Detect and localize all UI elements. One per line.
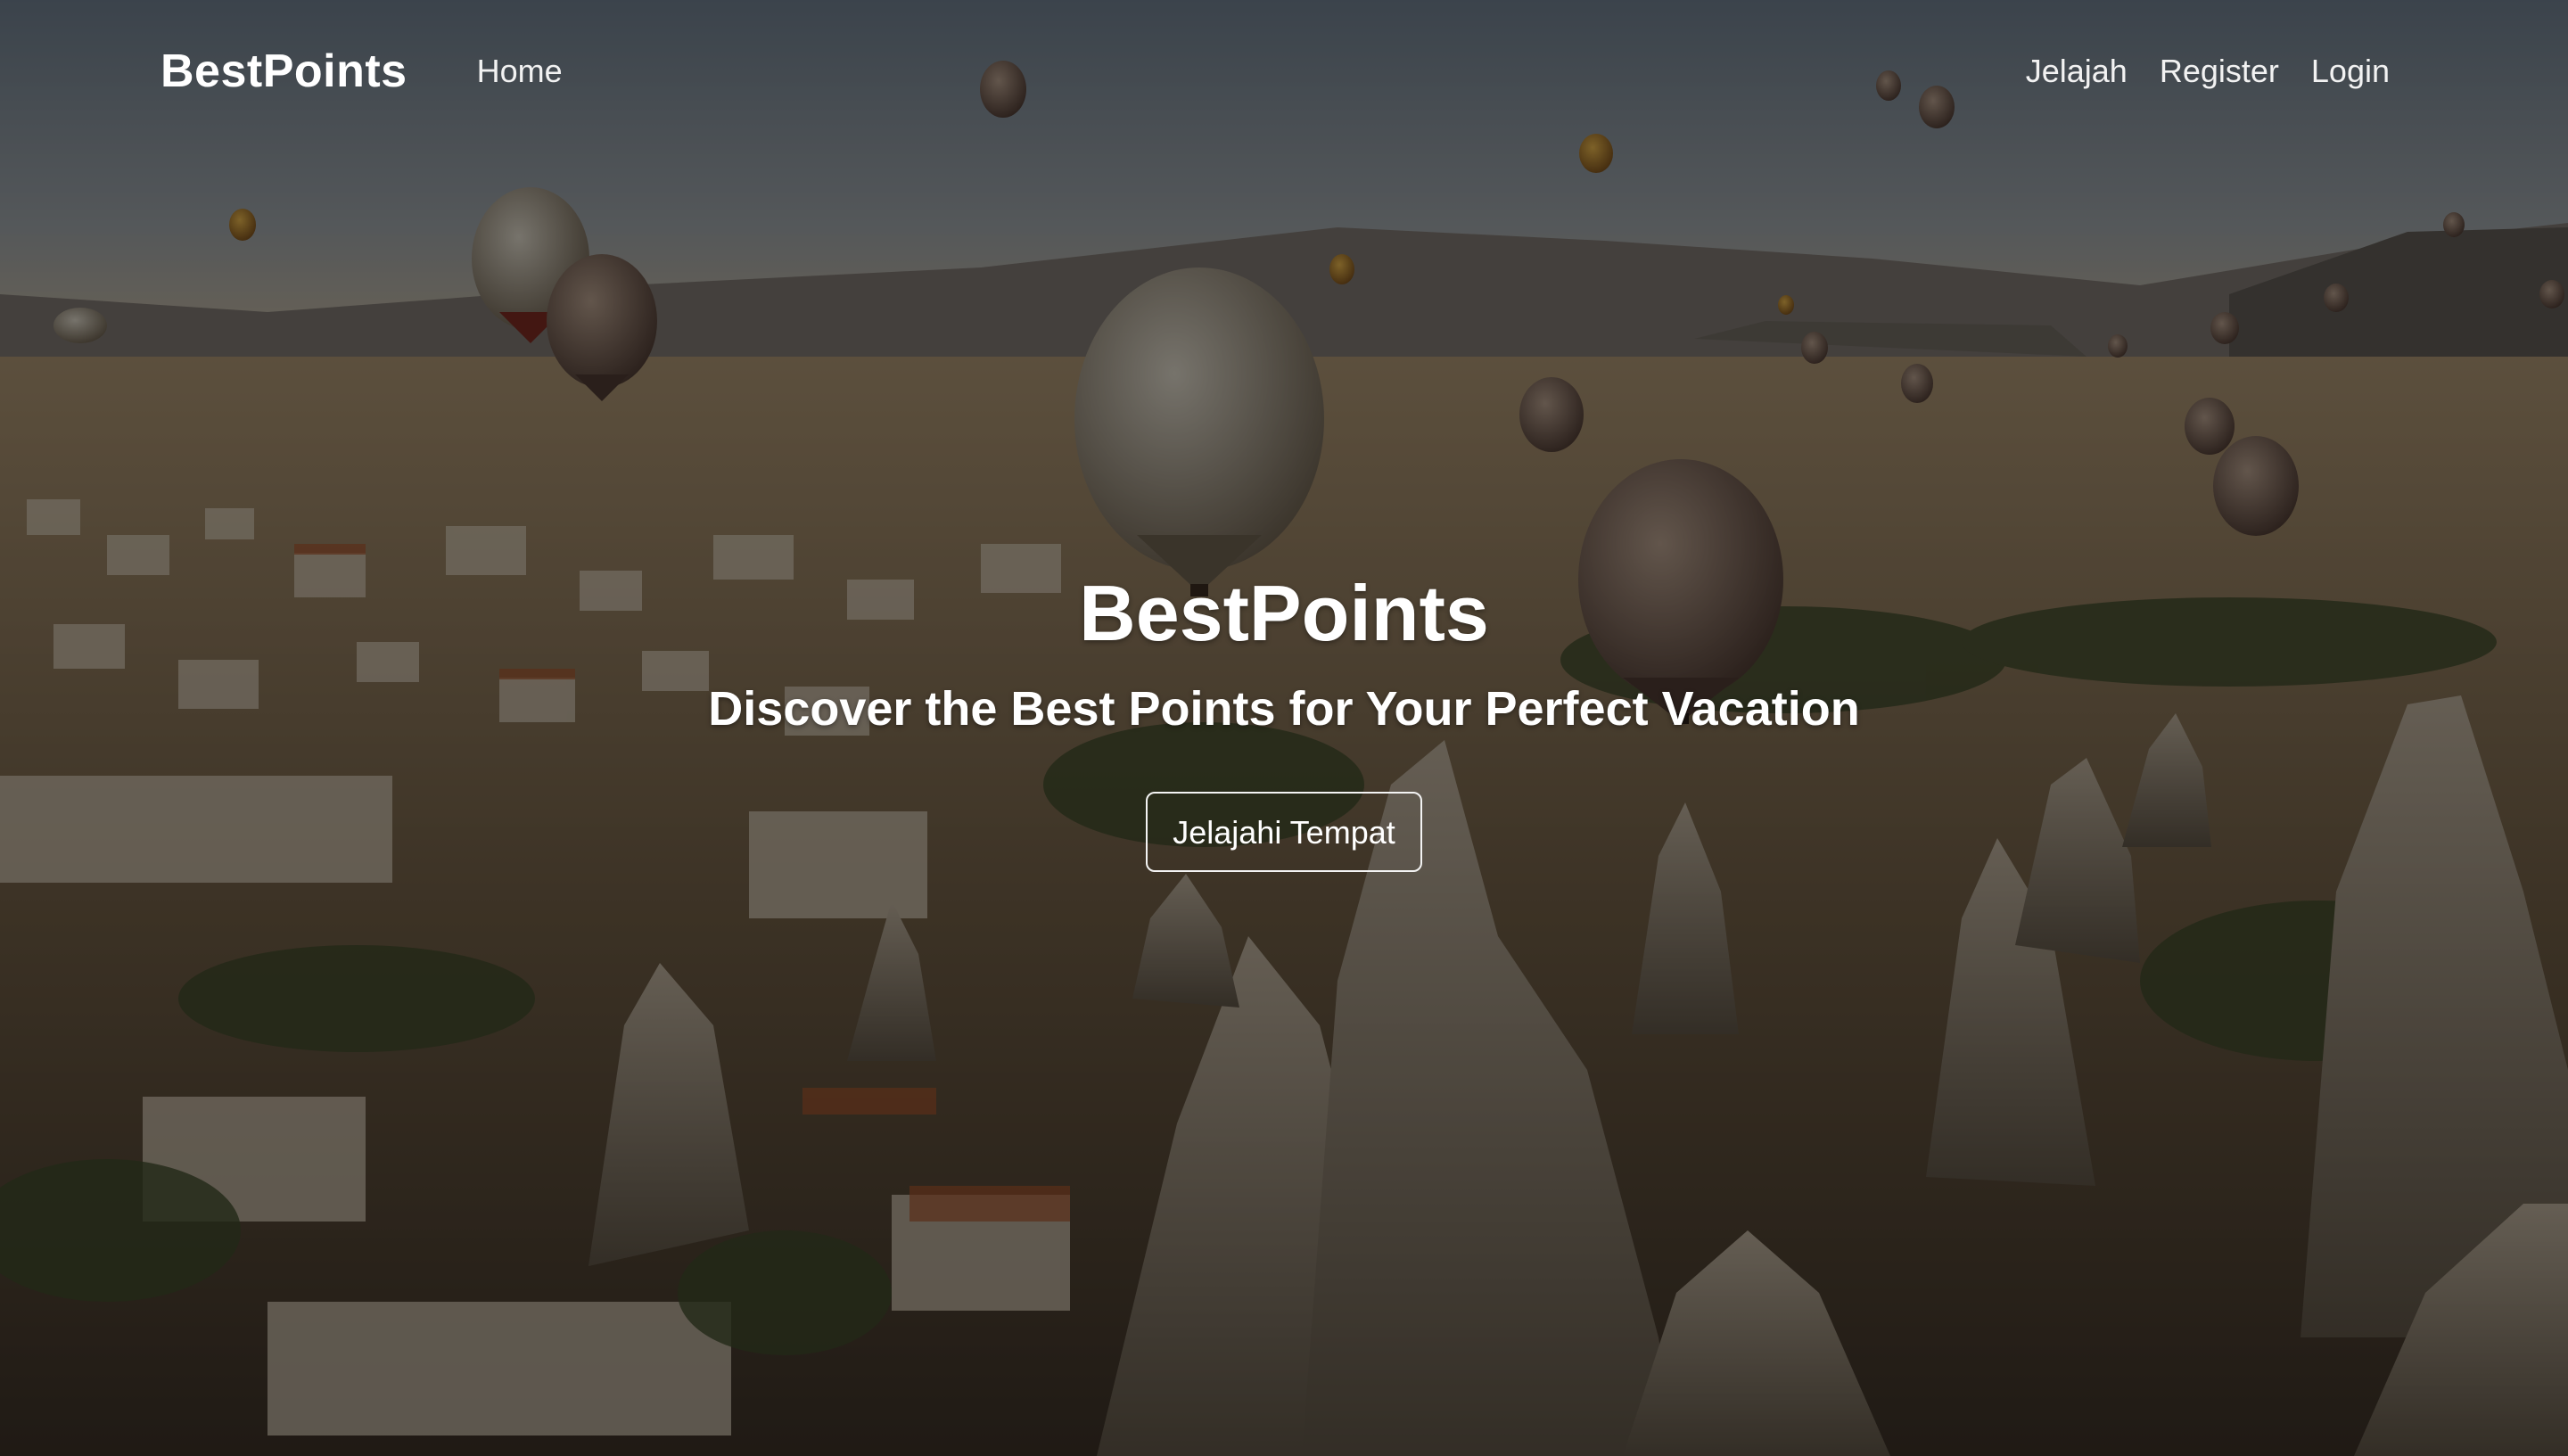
hero-title: BestPoints — [1079, 569, 1489, 657]
nav-link-jelajah[interactable]: Jelajah — [2026, 53, 2128, 90]
nav-link-register[interactable]: Register — [2160, 53, 2279, 90]
brand-logo[interactable]: BestPoints — [160, 45, 407, 98]
navbar-right: Jelajah Register Login — [1994, 53, 2390, 90]
nav-link-home[interactable]: Home — [477, 53, 563, 90]
navbar-left: BestPoints Home — [160, 45, 563, 98]
hero-subtitle: Discover the Best Points for Your Perfec… — [708, 681, 1860, 736]
nav-link-login[interactable]: Login — [2311, 53, 2390, 90]
explore-places-button[interactable]: Jelajahi Tempat — [1146, 791, 1422, 872]
navbar: BestPoints Home Jelajah Register Login — [0, 0, 2568, 143]
landing-page: BestPoints Home Jelajah Register Login B… — [0, 0, 2568, 1456]
hero-section: BestPoints Discover the Best Points for … — [0, 569, 2568, 872]
